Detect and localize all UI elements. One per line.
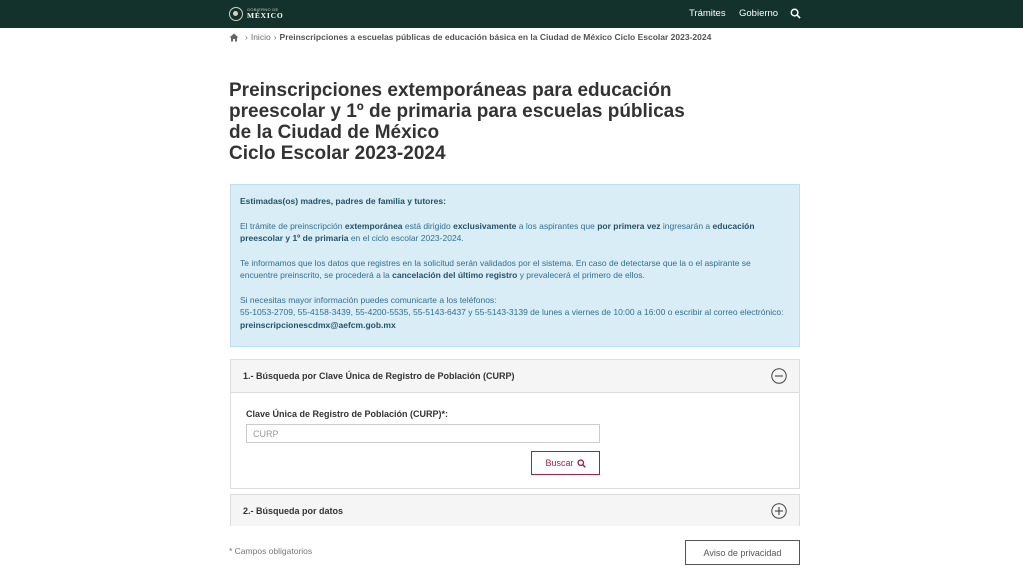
info-greeting: Estimadas(os) madres, padres de familia … (240, 196, 446, 206)
breadcrumb-separator: › (245, 32, 248, 42)
page-title: Preinscripciones extemporáneas para educ… (229, 80, 789, 164)
minus-circle-icon[interactable] (771, 368, 787, 384)
nav-link-gobierno[interactable]: Gobierno (739, 8, 778, 19)
breadcrumb: › Inicio › Preinscripciones a escuelas p… (229, 32, 711, 42)
breadcrumb-current: Preinscripciones a escuelas públicas de … (279, 32, 712, 42)
curp-search-panel: 1.- Búsqueda por Clave Única de Registro… (230, 359, 800, 489)
contact-email[interactable]: preinscripcionescdmx@aefcm.gob.mx (240, 320, 396, 330)
plus-circle-icon[interactable] (771, 503, 787, 519)
home-icon[interactable] (229, 33, 239, 42)
data-search-panel: 2.- Búsqueda por datos (230, 494, 800, 526)
nav-link-tramites[interactable]: Trámites (689, 8, 726, 19)
search-icon (576, 458, 586, 468)
curp-field-label: Clave Única de Registro de Población (CU… (246, 409, 449, 419)
title-line: Preinscripciones extemporáneas para educ… (229, 80, 672, 101)
data-panel-title: 2.- Búsqueda por datos (243, 506, 344, 516)
search-icon[interactable] (790, 8, 801, 19)
buscar-button-label: Buscar (545, 458, 574, 468)
info-alert: Estimadas(os) madres, padres de familia … (230, 184, 800, 347)
curp-input[interactable] (246, 424, 600, 443)
buscar-button[interactable]: Buscar (531, 451, 600, 475)
seal-icon (229, 7, 243, 21)
gobierno-de-mexico-logo[interactable]: GOBIERNO DE MÉXICO (229, 6, 283, 22)
breadcrumb-separator: › (273, 32, 277, 42)
breadcrumb-inicio-link[interactable]: Inicio (251, 32, 271, 42)
title-line: de la Ciudad de México (229, 122, 440, 143)
info-paragraph-3: Si necesitas mayor información puedes co… (240, 294, 784, 330)
info-paragraph-2: Te informamos que los datos que registre… (240, 257, 751, 281)
title-line: preescolar y 1º de primaria para escuela… (229, 101, 685, 122)
info-paragraph-1: El trámite de preinscripción extemporáne… (240, 220, 755, 244)
data-panel-header[interactable]: 2.- Búsqueda por datos (231, 495, 799, 526)
logo-big-text: MÉXICO (247, 11, 284, 21)
top-navbar: GOBIERNO DE MÉXICO Trámites Gobierno (0, 0, 1023, 28)
curp-panel-title: 1.- Búsqueda por Clave Única de Registro… (243, 371, 515, 381)
privacy-notice-button[interactable]: Aviso de privacidad (685, 540, 800, 565)
curp-panel-header[interactable]: 1.- Búsqueda por Clave Única de Registro… (231, 360, 799, 393)
required-fields-note: * Campos obligatorios (229, 546, 313, 556)
title-line: Ciclo Escolar 2023-2024 (229, 143, 446, 164)
